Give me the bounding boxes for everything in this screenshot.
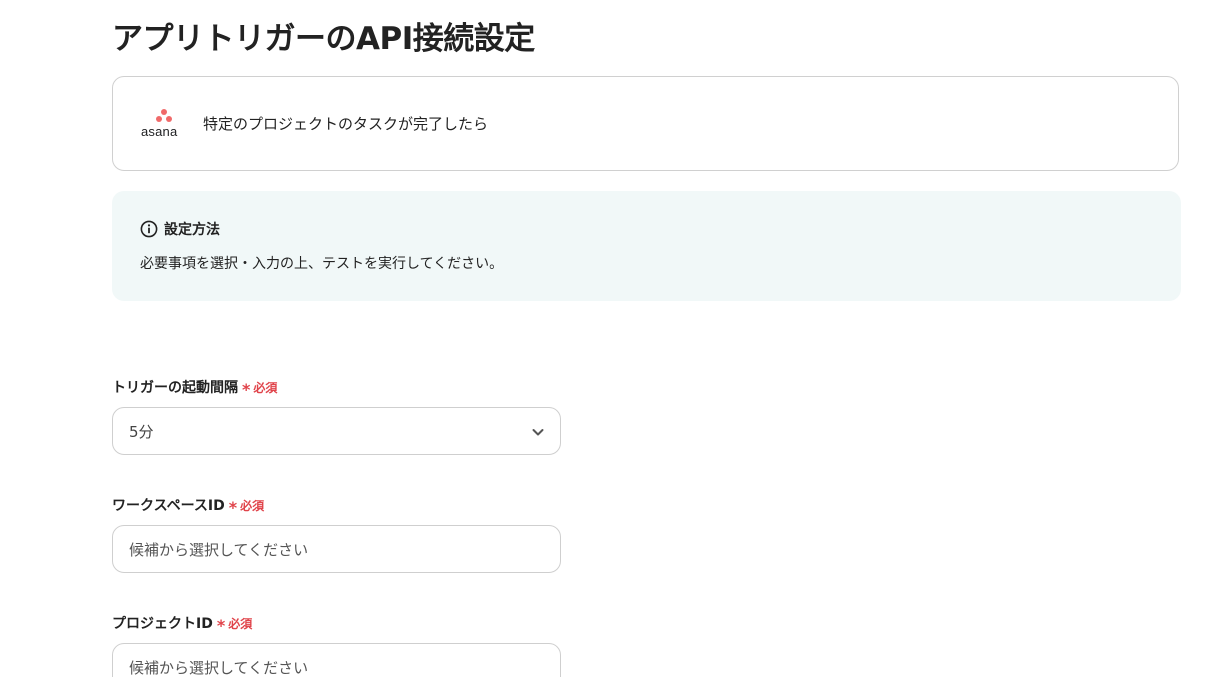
info-circle-icon [140,220,158,238]
app-name: asana [141,124,178,139]
workspace-id-input[interactable]: 候補から選択してください [112,525,561,573]
info-box: 設定方法 必要事項を選択・入力の上、テストを実行してください。 [112,191,1181,301]
project-label-text: プロジェクトID [112,616,213,632]
interval-label: トリガーの起動間隔 * 必須 [112,377,278,399]
required-text: 必須 [228,616,253,631]
required-asterisk: * [242,379,251,399]
interval-label-text: トリガーの起動間隔 [112,380,238,396]
info-text: 必要事項を選択・入力の上、テストを実行してください。 [140,256,504,272]
page: アプリトリガーのAPI接続設定 asana 特定のプロジェクトのタスクが完了した… [0,0,1222,677]
required-asterisk: * [228,497,238,517]
asana-logo-icon [156,109,172,123]
info-title: 設定方法 [164,222,220,238]
required-badge: * 必須 [216,614,253,635]
interval-select[interactable]: 5分 [112,407,561,455]
info-header: 設定方法 [140,219,220,239]
workspace-label: ワークスペースID * 必須 [112,495,265,517]
workspace-label-text: ワークスペースID [112,498,225,514]
interval-select-value: 5分 [129,422,154,441]
project-id-input[interactable]: 候補から選択してください [112,643,561,677]
required-badge: * 必須 [242,378,278,399]
workspace-id-placeholder: 候補から選択してください [129,540,309,559]
page-title: アプリトリガーのAPI接続設定 [112,21,535,57]
required-text: 必須 [240,498,265,513]
chevron-down-icon [532,429,544,436]
trigger-label: 特定のプロジェクトのタスクが完了したら [203,115,489,133]
project-label: プロジェクトID * 必須 [112,613,253,635]
app-trigger-card: asana 特定のプロジェクトのタスクが完了したら [112,76,1179,171]
required-badge: * 必須 [228,496,265,517]
required-asterisk: * [216,615,226,635]
project-id-placeholder: 候補から選択してください [129,658,309,677]
asana-logo: asana [141,109,185,139]
required-text: 必須 [253,380,278,395]
